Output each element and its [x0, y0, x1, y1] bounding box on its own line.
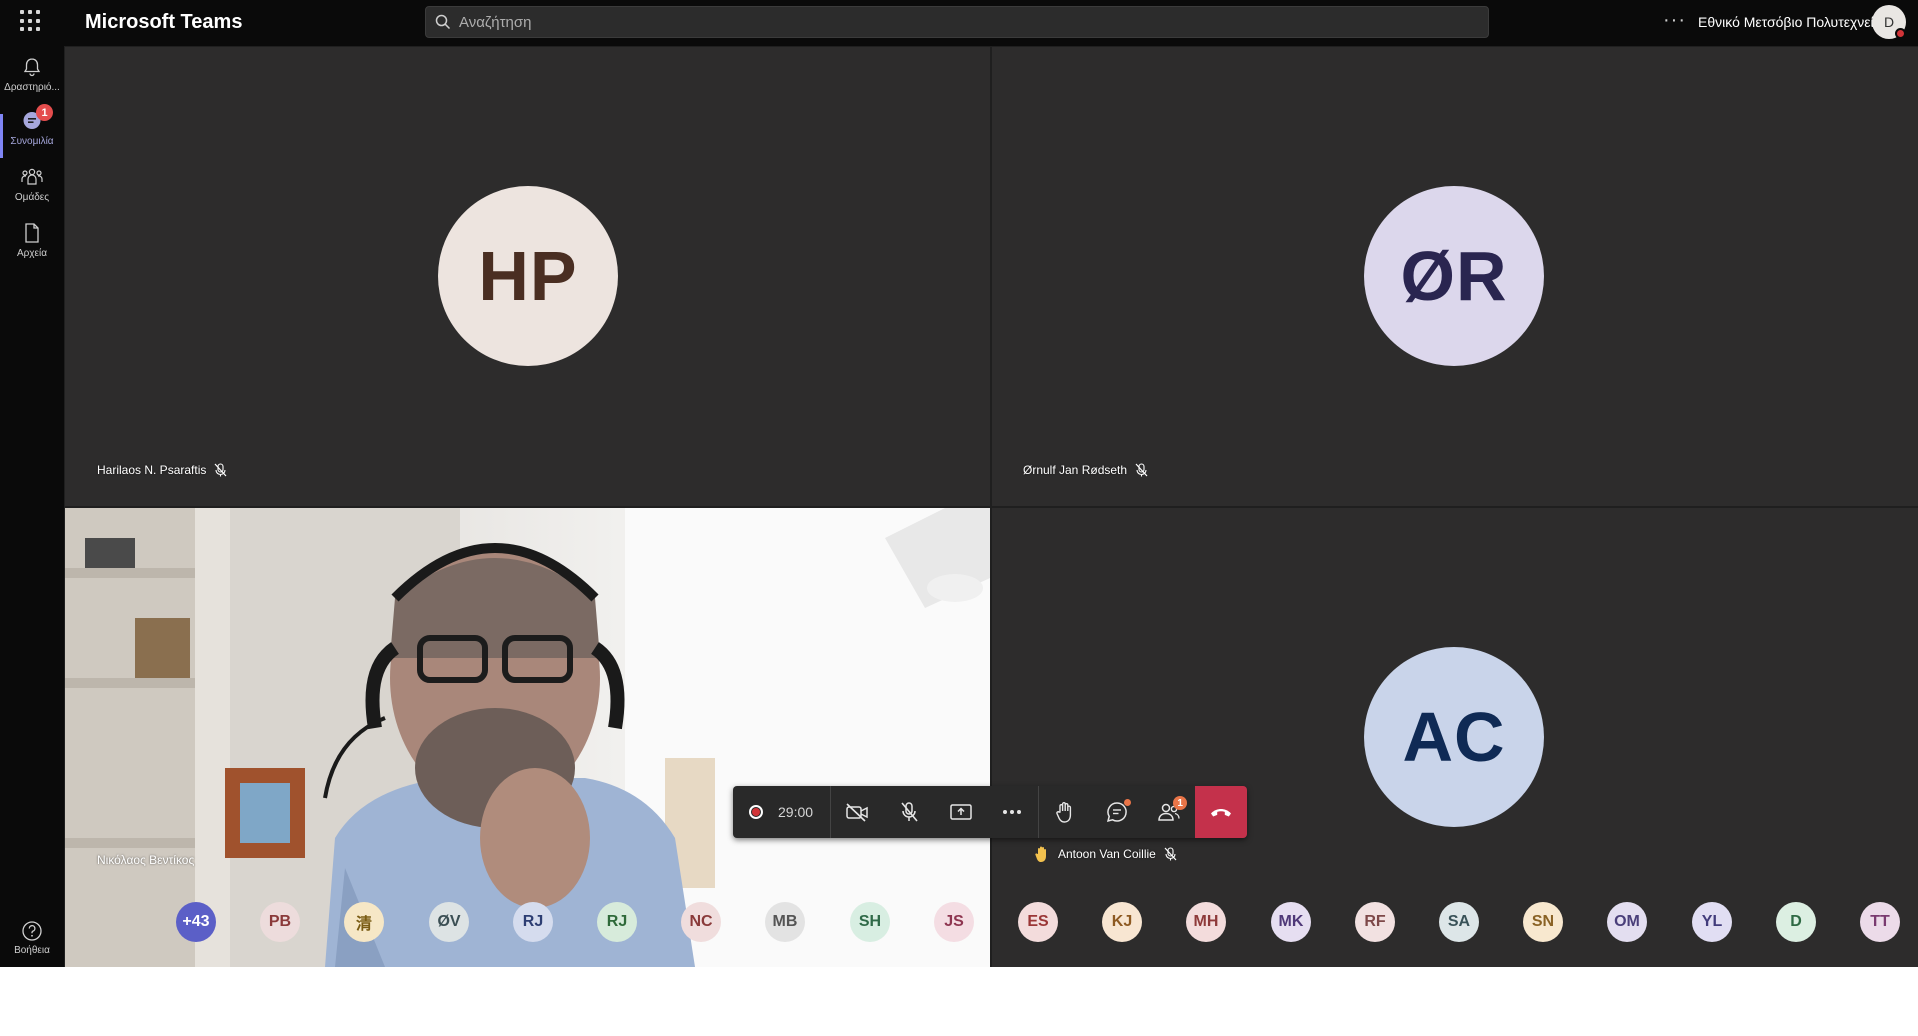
record-icon [749, 805, 763, 819]
leave-meeting-button[interactable] [1195, 786, 1247, 838]
participant-chip[interactable]: ES [1018, 902, 1058, 942]
share-content-button[interactable] [935, 786, 987, 838]
rail-item-label: Δραστηριό... [4, 82, 60, 93]
participant-chip[interactable]: 清 [344, 902, 384, 942]
more-icon [1003, 810, 1022, 814]
rail-item-label: Ομάδες [14, 192, 50, 203]
raise-hand-button[interactable] [1039, 786, 1091, 838]
participants-badge: 1 [1173, 796, 1188, 810]
chat-notification-dot [1124, 799, 1132, 806]
share-screen-icon [949, 804, 972, 820]
organization-name[interactable]: Εθνικό Μετσόβιο Πολυτεχνείο [1698, 14, 1881, 30]
participant-chip[interactable]: OM [1607, 902, 1647, 942]
search-box[interactable] [425, 6, 1489, 38]
mic-toggle-button[interactable] [883, 786, 935, 838]
camera-off-icon [846, 803, 868, 822]
meeting-timer: 29:00 [778, 804, 814, 820]
camera-toggle-button[interactable] [831, 786, 883, 838]
participant-name: Harilaos N. Psaraftis [97, 463, 207, 477]
meeting-chat-button[interactable] [1091, 786, 1143, 838]
participant-chip[interactable]: RF [1355, 902, 1395, 942]
search-input[interactable] [459, 13, 1359, 31]
help-button[interactable]: Βοήθεια [0, 920, 64, 956]
participant-chip[interactable]: NC [681, 902, 721, 942]
presence-status-badge [1895, 28, 1906, 39]
more-actions-button[interactable] [987, 786, 1039, 838]
participant-chip[interactable]: PB [260, 902, 300, 942]
mic-off-icon [1164, 847, 1177, 861]
recording-indicator[interactable]: 29:00 [733, 786, 831, 838]
participant-name: Ørnulf Jan Rødseth [1023, 463, 1128, 477]
show-participants-button[interactable]: 1 [1143, 786, 1195, 838]
video-frame-illustration [65, 508, 990, 967]
participant-chip[interactable]: SA [1439, 902, 1479, 942]
participant-chip[interactable]: ØV [429, 902, 469, 942]
more-participants-chip[interactable]: +43 [176, 902, 216, 942]
participant-chip[interactable]: RJ [513, 902, 553, 942]
help-label: Βοήθεια [14, 945, 50, 956]
participant-tile[interactable]: ØR Ørnulf Jan Rødseth [992, 47, 1918, 506]
participant-name: Νικόλαος Βεντίκος [97, 853, 195, 867]
more-options-button[interactable]: ··· [1663, 9, 1686, 32]
hang-up-icon [1211, 809, 1232, 817]
teams-window: Microsoft Teams ··· Εθνικό Μετσόβιο Πολυ… [0, 0, 1918, 967]
participant-chip[interactable]: RJ [597, 902, 637, 942]
participant-name-tag: Ørnulf Jan Rødseth [1023, 463, 1148, 477]
rail-item-label: Συνομιλία [10, 136, 54, 147]
bell-icon [23, 58, 41, 77]
mic-off-icon [1135, 463, 1148, 477]
participant-tile[interactable]: HP Harilaos N. Psaraftis [65, 47, 990, 506]
participant-chip[interactable]: MH [1186, 902, 1226, 942]
participant-chip[interactable]: MK [1271, 902, 1311, 942]
participant-name-tag: Antoon Van Coillie [1034, 845, 1177, 863]
participant-avatar: ØR [1364, 186, 1544, 366]
teams-icon [21, 168, 43, 185]
rail-item-chat[interactable]: 1 Συνομιλία [0, 104, 64, 164]
participant-chip[interactable]: SN [1523, 902, 1563, 942]
raised-hand-icon [1035, 846, 1046, 862]
mic-off-icon [901, 802, 918, 822]
raise-hand-icon [1056, 802, 1072, 823]
participant-chip[interactable]: TT [1860, 902, 1900, 942]
participant-name-tag: Harilaos N. Psaraftis [97, 463, 227, 477]
participant-avatar: AC [1364, 647, 1544, 827]
participant-name-tag: Νικόλαος Βεντίκος [97, 853, 194, 867]
rail-item-teams[interactable]: Ομάδες [0, 166, 64, 220]
app-title: Microsoft Teams [85, 11, 243, 33]
participant-chip[interactable]: JS [934, 902, 974, 942]
participant-chip[interactable]: D [1776, 902, 1816, 942]
participant-chip[interactable]: KJ [1102, 902, 1142, 942]
rail-item-activity[interactable]: Δραστηριό... [0, 56, 64, 110]
mic-off-icon [214, 463, 227, 477]
video-feed [65, 508, 990, 967]
app-bar: Δραστηριό... 1 Συνομιλία Ομάδες Αρχεία [0, 46, 64, 967]
file-icon [25, 223, 39, 243]
top-bar: Microsoft Teams ··· Εθνικό Μετσόβιο Πολυ… [0, 0, 1918, 46]
participant-avatar: HP [438, 186, 618, 366]
rail-item-label: Αρχεία [16, 248, 48, 259]
search-icon [435, 14, 451, 30]
participant-chip[interactable]: MB [765, 902, 805, 942]
participant-tile[interactable]: AC Antoon Van Coillie [992, 508, 1918, 967]
participant-video-tile[interactable]: Νικόλαος Βεντίκος [65, 508, 990, 967]
meeting-control-bar: 29:00 1 [733, 786, 1247, 838]
app-launcher-icon[interactable] [20, 10, 42, 32]
chat-unread-badge: 1 [36, 104, 53, 121]
participant-name: Antoon Van Coillie [1058, 847, 1156, 861]
help-icon [22, 921, 42, 941]
rail-item-files[interactable]: Αρχεία [0, 222, 64, 276]
participant-chip[interactable]: SH [850, 902, 890, 942]
participant-chip[interactable]: YL [1692, 902, 1732, 942]
